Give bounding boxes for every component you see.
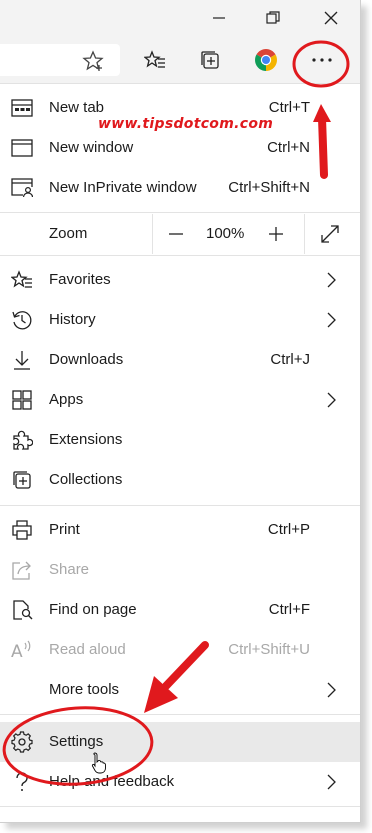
chevron-right-icon (327, 272, 336, 288)
svg-text:A: A (11, 642, 23, 661)
menu-separator (0, 255, 360, 256)
browser-toolbar (0, 36, 360, 84)
menu-item-collections[interactable]: Collections (0, 460, 360, 500)
favorites-button[interactable] (139, 44, 171, 76)
menu-item-share[interactable]: Share (0, 550, 360, 590)
new-tab-shortcut: Ctrl+T (268, 99, 310, 116)
close-icon (324, 11, 338, 25)
zoom-in-button[interactable] (264, 223, 288, 245)
zoom-divider (152, 214, 153, 254)
more-tools-label: More tools (49, 681, 120, 698)
collections-icon (201, 51, 219, 69)
gear-icon (10, 731, 34, 753)
close-button[interactable] (308, 0, 354, 36)
read-aloud-shortcut: Ctrl+Shift+U (228, 641, 310, 658)
apps-icon (10, 389, 34, 411)
read-aloud-icon: A (10, 639, 34, 661)
menu-item-help-feedback[interactable]: Help and feedback (0, 762, 360, 802)
chevron-right-icon (327, 682, 336, 698)
history-icon (10, 309, 34, 331)
favorites-icon (144, 50, 165, 68)
share-icon (10, 559, 34, 581)
download-icon (10, 349, 34, 371)
history-label: History (49, 311, 96, 328)
settings-and-more-button[interactable] (306, 44, 338, 76)
new-tab-icon (10, 97, 34, 119)
inprivate-icon (10, 177, 34, 199)
menu-separator (0, 212, 360, 213)
menu-separator (0, 806, 360, 807)
menu-item-read-aloud[interactable]: A Read aloud Ctrl+Shift+U (0, 630, 360, 670)
print-label: Print (49, 521, 80, 538)
menu-item-settings[interactable]: Settings (0, 722, 360, 762)
chevron-right-icon (327, 774, 336, 790)
zoom-value: 100% (206, 225, 245, 242)
downloads-label: Downloads (49, 351, 124, 368)
new-inprivate-shortcut: Ctrl+Shift+N (228, 179, 310, 196)
zoom-out-button[interactable] (164, 223, 188, 245)
title-bar (0, 0, 360, 36)
apps-label: Apps (49, 391, 84, 408)
star-outline-icon (82, 50, 104, 71)
menu-item-extensions[interactable]: Extensions (0, 420, 360, 460)
zoom-row: Zoom 100% (0, 214, 360, 254)
restore-button[interactable] (250, 0, 296, 36)
new-inprivate-label: New InPrivate window (49, 179, 197, 196)
menu-item-new-window[interactable]: New window Ctrl+N (0, 128, 360, 168)
menu-item-new-tab[interactable]: New tab Ctrl+T (0, 88, 360, 128)
collections-button[interactable] (194, 44, 226, 76)
menu-item-favorites[interactable]: Favorites (0, 260, 360, 300)
menu-item-downloads[interactable]: Downloads Ctrl+J (0, 340, 360, 380)
find-shortcut: Ctrl+F (268, 601, 310, 618)
more-dots-icon (312, 58, 332, 62)
menu-item-print[interactable]: Print Ctrl+P (0, 510, 360, 550)
menu-item-new-inprivate[interactable]: New InPrivate window Ctrl+Shift+N (0, 168, 360, 208)
menu-separator (0, 714, 360, 715)
downloads-shortcut: Ctrl+J (270, 351, 310, 368)
collections-label: Collections (49, 471, 123, 488)
address-bar[interactable] (0, 44, 120, 76)
favorites-label: Favorites (49, 271, 111, 288)
zoom-divider (304, 214, 305, 254)
zoom-label: Zoom (49, 225, 88, 242)
help-icon (10, 771, 34, 793)
new-tab-label: New tab (49, 99, 105, 116)
menu-item-history[interactable]: History (0, 300, 360, 340)
settings-and-more-menu: New tab Ctrl+T New window Ctrl+N New InP… (0, 84, 360, 822)
minus-icon (169, 233, 183, 235)
find-label: Find on page (49, 601, 137, 618)
menu-item-find-on-page[interactable]: Find on page Ctrl+F (0, 590, 360, 630)
minimize-button[interactable] (196, 0, 242, 36)
chrome-logo-icon (255, 49, 277, 71)
fullscreen-button[interactable] (318, 222, 342, 246)
settings-label: Settings (49, 733, 104, 750)
print-shortcut: Ctrl+P (267, 521, 310, 538)
chrome-extension-button[interactable] (250, 44, 282, 76)
collections-icon (10, 469, 34, 491)
puzzle-icon (10, 429, 34, 451)
find-icon (10, 599, 34, 621)
chevron-right-icon (327, 392, 336, 408)
new-window-shortcut: Ctrl+N (267, 139, 310, 156)
fullscreen-icon (321, 225, 339, 243)
add-favorite-button[interactable] (82, 50, 104, 72)
browser-window: New tab Ctrl+T New window Ctrl+N New InP… (0, 0, 361, 823)
menu-separator (0, 505, 360, 506)
minimize-icon (213, 17, 225, 19)
help-label: Help and feedback (49, 773, 175, 790)
new-window-icon (10, 137, 34, 159)
menu-item-more-tools[interactable]: More tools (0, 670, 360, 710)
restore-icon (266, 11, 280, 24)
extensions-label: Extensions (49, 431, 123, 448)
printer-icon (10, 519, 34, 541)
plus-icon (269, 227, 283, 241)
share-label: Share (49, 561, 90, 578)
new-window-label: New window (49, 139, 134, 156)
menu-item-apps[interactable]: Apps (0, 380, 360, 420)
favorites-icon (10, 269, 34, 291)
read-aloud-label: Read aloud (49, 641, 126, 658)
chevron-right-icon (327, 312, 336, 328)
